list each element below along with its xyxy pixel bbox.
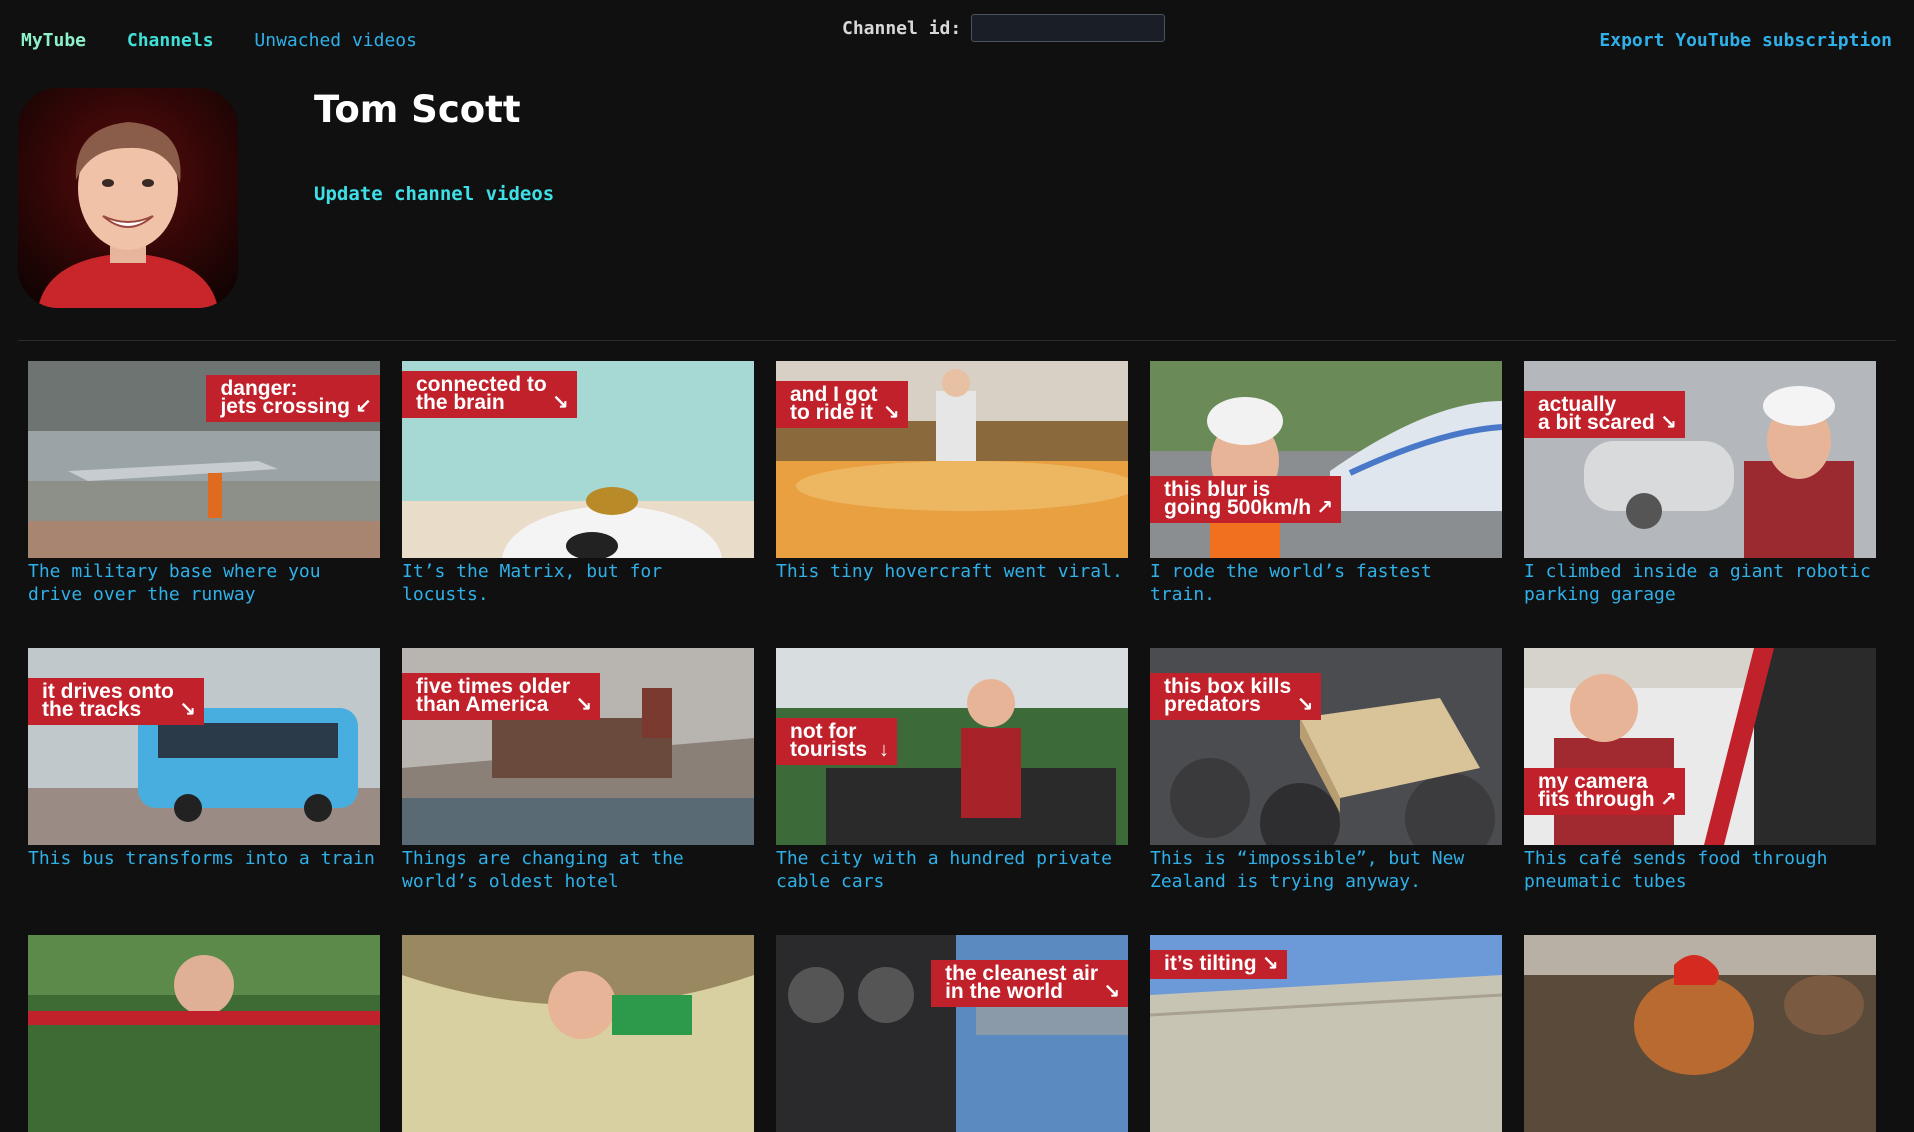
thumbnail-caption: danger: jets crossing ↙ [206, 375, 380, 422]
thumbnail-caption-text: not for tourists [790, 720, 868, 761]
arrow-icon: ↘ [551, 392, 569, 414]
channel-id-form: Channel id: [842, 14, 1166, 42]
video-thumbnail[interactable]: danger: jets crossing ↙ [28, 361, 380, 558]
thumbnail-caption-text: this blur is going 500km/h [1164, 478, 1312, 519]
channel-id-label: Channel id: [842, 17, 962, 39]
export-subscription-link[interactable]: Export YouTube subscription [1599, 30, 1892, 51]
video-card[interactable]: it drives onto the tracks ↘ This bus trans… [28, 648, 380, 870]
video-card[interactable]: and I got to ride it ↘ This tiny hovercraf… [776, 361, 1128, 583]
update-channel-videos-button[interactable]: Update channel videos [314, 183, 554, 205]
video-thumbnail[interactable] [28, 935, 380, 1132]
video-thumbnail[interactable] [1524, 935, 1876, 1132]
video-thumbnail[interactable]: this box kills predators ↘ [1150, 648, 1502, 845]
video-title-link[interactable]: I rode the world’s fastest train. [1150, 560, 1502, 606]
video-card[interactable]: this box kills predators ↘ This is “imposs… [1150, 648, 1502, 893]
video-thumbnail[interactable]: connected to the brain ↘ [402, 361, 754, 558]
top-nav: MyTube Channels Unwached videos [21, 30, 447, 51]
video-title-link[interactable]: This café sends food through pneumatic t… [1524, 847, 1876, 893]
thumbnail-caption: five times older than America ↘ [402, 673, 601, 720]
video-card[interactable] [1524, 935, 1876, 1132]
arrow-icon: ↘ [882, 402, 900, 424]
thumbnail-caption-text: it’s tilting [1164, 952, 1257, 975]
arrow-icon: ↘ [575, 694, 593, 716]
nav-mytube-link[interactable]: MyTube [21, 30, 86, 51]
video-title-link[interactable]: The military base where you drive over t… [28, 560, 380, 606]
thumbnail-caption-text: the cleanest air in the world [945, 962, 1098, 1003]
arrow-icon: ↗ [1659, 789, 1677, 811]
thumbnail-caption-text: this box kills predators [1164, 675, 1292, 716]
thumbnail-caption-text: actually a bit scared [1538, 393, 1655, 434]
thumbnail-caption-text: five times older than America [416, 675, 571, 716]
video-thumbnail[interactable]: it drives onto the tracks ↘ [28, 648, 380, 845]
video-title-link[interactable]: The city with a hundred private cable ca… [776, 847, 1128, 893]
arrow-icon: ↘ [1659, 412, 1677, 434]
video-title-link[interactable]: It’s the Matrix, but for locusts. [402, 560, 754, 606]
video-card[interactable]: danger: jets crossing ↙ The military base … [28, 361, 380, 606]
thumbnail-caption: the cleanest air in the world ↘ [931, 960, 1128, 1007]
thumbnail-caption: my camera fits through ↗ [1524, 768, 1685, 815]
thumbnail-caption: it drives onto the tracks ↘ [28, 678, 204, 725]
video-title-link[interactable]: I climbed inside a giant robotic parking… [1524, 560, 1876, 606]
thumbnail-caption: it’s tilting ↘ [1150, 950, 1287, 979]
video-card[interactable] [28, 935, 380, 1132]
video-title-link[interactable]: Things are changing at the world’s oldes… [402, 847, 754, 893]
video-card[interactable] [402, 935, 754, 1132]
thumbnail-caption-text: and I got to ride it [790, 383, 878, 424]
arrow-icon: ↗ [1316, 497, 1334, 519]
arrow-icon: ↘ [1296, 694, 1314, 716]
video-card[interactable]: actually a bit scared ↘ I climbed inside a… [1524, 361, 1876, 606]
video-card[interactable]: not for tourists ↓ The city with a hundred… [776, 648, 1128, 893]
thumbnail-caption: and I got to ride it ↘ [776, 381, 908, 428]
video-thumbnail[interactable]: my camera fits through ↗ [1524, 648, 1876, 845]
video-thumbnail[interactable]: the cleanest air in the world ↘ [776, 935, 1128, 1132]
thumbnail-caption: this blur is going 500km/h ↗ [1150, 476, 1342, 523]
video-title-link[interactable]: This bus transforms into a train [28, 847, 380, 870]
video-title-link[interactable]: This is “impossible”, but New Zealand is… [1150, 847, 1502, 893]
arrow-icon: ↘ [1261, 953, 1279, 975]
video-thumbnail[interactable]: not for tourists ↓ [776, 648, 1128, 845]
thumbnail-caption-text: danger: jets crossing [220, 377, 350, 418]
nav-unwatched-link[interactable]: Unwached videos [254, 30, 417, 51]
video-thumbnail[interactable] [402, 935, 754, 1132]
thumbnail-caption: connected to the brain ↘ [402, 371, 577, 418]
video-title-link[interactable]: This tiny hovercraft went viral. [776, 560, 1128, 583]
thumbnail-caption-text: connected to the brain [416, 373, 547, 414]
video-thumbnail[interactable]: it’s tilting ↘ [1150, 935, 1502, 1132]
video-card[interactable]: this blur is going 500km/h ↗ I rode the wo… [1150, 361, 1502, 606]
video-card[interactable]: five times older than America ↘ Things are… [402, 648, 754, 893]
arrow-icon: ↙ [355, 396, 372, 418]
video-card[interactable]: my camera fits through ↗ This café sends f… [1524, 648, 1876, 893]
channel-avatar [18, 88, 238, 308]
channel-id-input[interactable] [971, 14, 1166, 42]
video-card[interactable]: connected to the brain ↘ It’s the Matrix, … [402, 361, 754, 606]
thumbnail-caption: actually a bit scared ↘ [1524, 391, 1685, 438]
nav-channels-link[interactable]: Channels [127, 30, 214, 51]
video-card[interactable]: it’s tilting ↘ [1150, 935, 1502, 1132]
channel-name: Tom Scott [314, 88, 521, 131]
video-thumbnail[interactable]: this blur is going 500km/h ↗ [1150, 361, 1502, 558]
video-thumbnail[interactable]: five times older than America ↘ [402, 648, 754, 845]
arrow-icon: ↘ [1103, 981, 1120, 1003]
divider [18, 340, 1896, 341]
arrow-icon: ↓ [879, 739, 890, 761]
video-thumbnail[interactable]: and I got to ride it ↘ [776, 361, 1128, 558]
thumbnail-caption-text: my camera fits through [1538, 770, 1655, 811]
thumbnail-caption-text: it drives onto the tracks [42, 680, 174, 721]
thumbnail-caption: this box kills predators ↘ [1150, 673, 1322, 720]
thumbnail-caption: not for tourists ↓ [776, 718, 898, 765]
video-card[interactable]: the cleanest air in the world ↘ [776, 935, 1128, 1132]
video-thumbnail[interactable]: actually a bit scared ↘ [1524, 361, 1876, 558]
arrow-icon: ↘ [179, 699, 196, 721]
